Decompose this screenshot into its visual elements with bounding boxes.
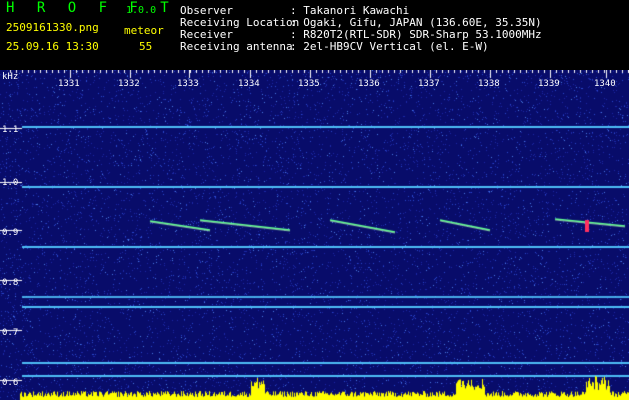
- time-tick-label: 1337: [418, 79, 440, 89]
- freq-tick-label: 0.6: [2, 378, 19, 388]
- freq-tick-label: 0.7: [2, 328, 19, 338]
- field-value-antenna: : 2el-HB9CV Vertical (el. E-W): [290, 40, 489, 53]
- unit-label: kHz: [2, 72, 19, 82]
- header-panel: H R O F F T 1.0.0 2509161330.png meteor …: [0, 0, 629, 70]
- freq-tick-label: 1.0: [2, 178, 19, 188]
- time-tick-label: 1333: [177, 79, 199, 89]
- datetime: 25.09.16 13:30: [6, 40, 99, 53]
- spectrogram-canvas: [0, 70, 629, 400]
- time-tick-label: 1335: [298, 79, 320, 89]
- app-version: 1.0.0: [126, 5, 157, 16]
- spectrogram: kHz 1331 1332 1333 1334 1335 1336 1337 1338 1339…: [0, 70, 629, 400]
- time-tick-label: 1336: [358, 79, 380, 89]
- time-tick-label: 1338: [478, 79, 500, 89]
- category-label: meteor: [124, 24, 164, 37]
- time-tick-label: 1334: [238, 79, 260, 89]
- freq-tick-label: 0.8: [2, 278, 19, 288]
- filename: 2509161330.png: [6, 21, 99, 34]
- time-tick-label: 1331: [58, 79, 80, 89]
- freq-tick-label: 0.9: [2, 228, 19, 238]
- meteor-count: 55: [139, 40, 153, 53]
- time-tick-label: 1332: [118, 79, 140, 89]
- time-tick-label: 1339: [538, 79, 560, 89]
- time-tick-label: 1340: [594, 79, 616, 89]
- freq-tick-label: 1.1: [2, 125, 19, 135]
- field-label-antenna: Receiving antenna: [180, 40, 293, 53]
